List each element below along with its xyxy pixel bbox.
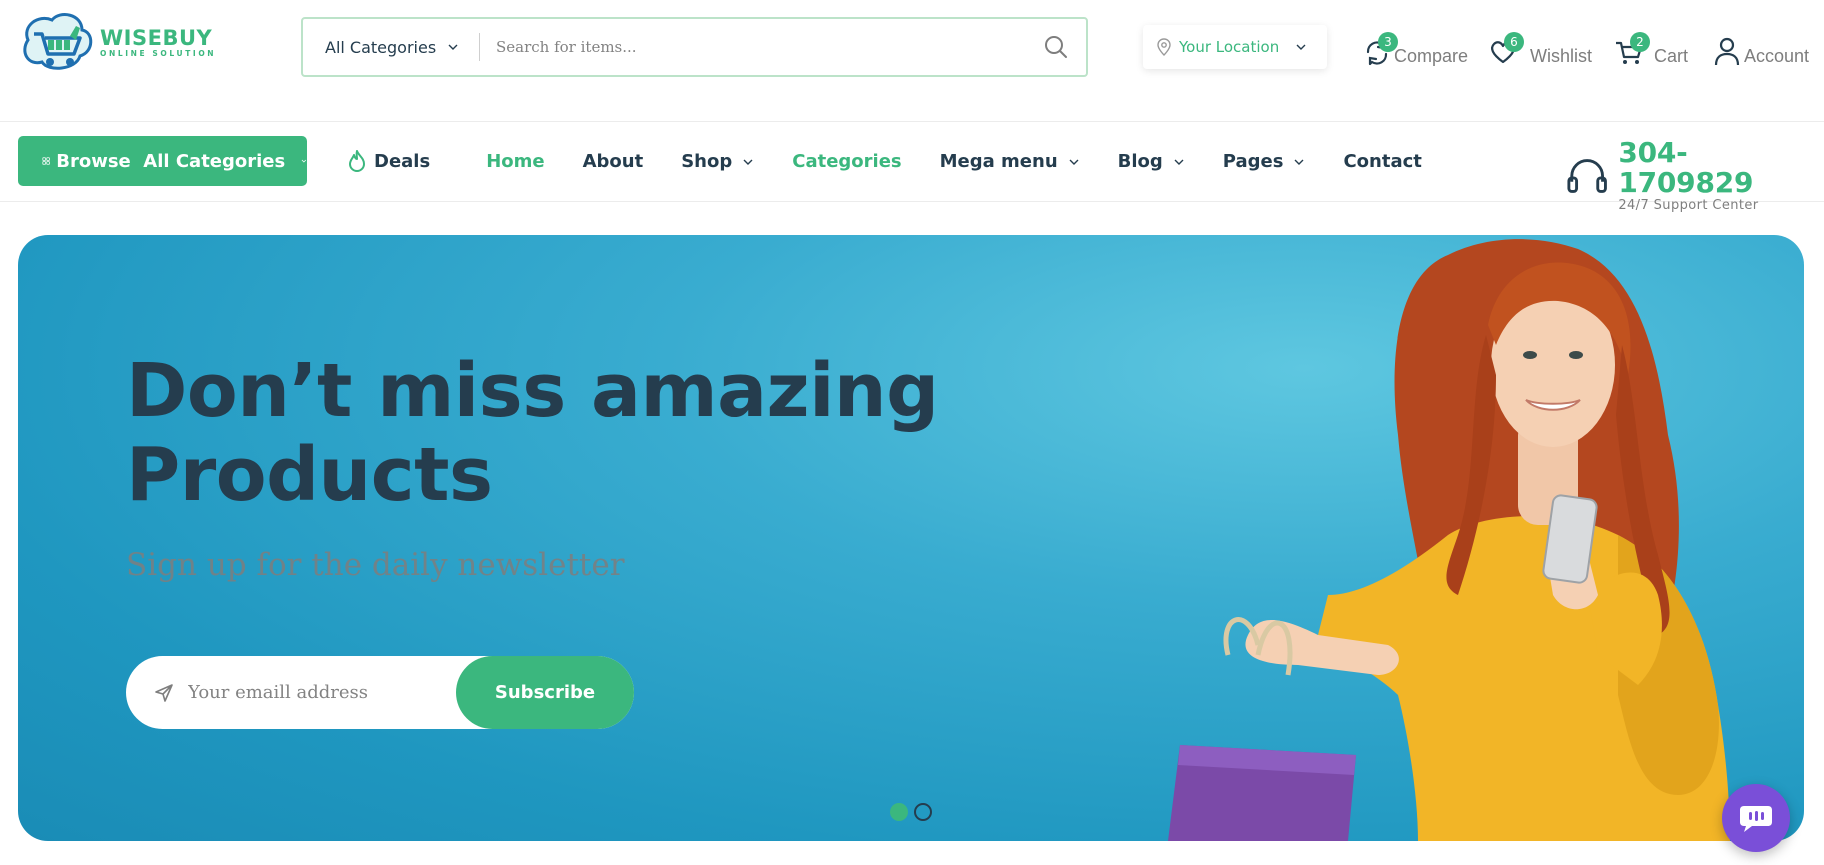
chevron-down-icon xyxy=(743,159,753,165)
category-select[interactable]: All Categories xyxy=(303,19,479,75)
cart-icon: 2 xyxy=(1614,32,1650,68)
cart-count-badge: 2 xyxy=(1630,32,1650,52)
heart-icon: 6 xyxy=(1488,32,1524,68)
nav-categories-label: Categories xyxy=(792,150,902,172)
subscribe-button[interactable]: Subscribe xyxy=(456,656,634,729)
cart-label: Cart xyxy=(1654,46,1689,66)
compare-icon: 3 xyxy=(1362,32,1398,68)
nav-item-blog[interactable]: Blog xyxy=(1118,151,1185,172)
chevron-down-icon xyxy=(1069,159,1079,165)
headset-icon xyxy=(1567,159,1607,193)
wishlist-label: Wishlist xyxy=(1530,46,1592,66)
location-label: Your Location xyxy=(1179,38,1280,56)
nav-item-contact[interactable]: Contact xyxy=(1343,151,1421,172)
nav-blog-label: Blog xyxy=(1117,150,1163,172)
slider-dot-2[interactable] xyxy=(914,803,932,821)
grid-icon xyxy=(42,157,50,165)
location-select[interactable]: Your Location xyxy=(1143,25,1327,69)
cart-logo-icon xyxy=(18,10,96,76)
main-nav: Browse All Categories Deals Home About S… xyxy=(0,122,1824,213)
site-logo[interactable]: WISEBUY ONLINE SOLUTION xyxy=(18,8,223,78)
chevron-down-icon xyxy=(448,44,458,50)
brand-name: WISEBUY xyxy=(100,26,213,50)
user-icon xyxy=(1712,36,1742,68)
brand-tagline: ONLINE SOLUTION xyxy=(100,49,217,58)
support-phone[interactable]: 304- 1709829 xyxy=(1618,138,1824,198)
account-link[interactable]: Account xyxy=(1712,28,1809,68)
compare-count-badge: 3 xyxy=(1378,32,1398,52)
support-contact[interactable]: 304- 1709829 24/7 Support Center xyxy=(1566,138,1824,214)
hero-subtitle: Sign up for the daily newsletter xyxy=(126,547,625,583)
top-header: WISEBUY ONLINE SOLUTION All Categories Y… xyxy=(0,0,1824,122)
nav-links: Deals Home About Shop Categories Mega me… xyxy=(346,136,1422,186)
nav-mega-menu-label: Mega menu xyxy=(939,150,1058,172)
newsletter-form: Subscribe xyxy=(126,656,634,729)
nav-item-pages[interactable]: Pages xyxy=(1223,151,1306,172)
category-select-label: All Categories xyxy=(325,37,437,57)
nav-contact-label: Contact xyxy=(1343,150,1422,172)
hero-title: Don’t miss amazing Products xyxy=(126,349,939,517)
nav-item-deals[interactable]: Deals xyxy=(346,149,430,173)
cart-link[interactable]: 2 Cart xyxy=(1614,28,1688,68)
wishlist-count-badge: 6 xyxy=(1504,32,1524,52)
chevron-down-icon xyxy=(301,159,307,163)
nav-item-about[interactable]: About xyxy=(583,151,644,172)
hero-title-line2: Products xyxy=(126,432,493,518)
compare-label: Compare xyxy=(1394,46,1469,66)
support-label: 24/7 Support Center xyxy=(1618,198,1759,213)
hero-banner: Don’t miss amazing Products Sign up for … xyxy=(18,235,1804,841)
search-input[interactable] xyxy=(480,19,1026,75)
chevron-down-icon xyxy=(1174,159,1184,165)
browse-categories-button[interactable]: Browse All Categories xyxy=(18,136,307,186)
nav-item-categories[interactable]: Categories xyxy=(792,151,901,172)
nav-item-home[interactable]: Home xyxy=(486,151,544,172)
chevron-down-icon xyxy=(1296,44,1306,50)
chevron-down-icon xyxy=(1294,159,1304,165)
nav-about-label: About xyxy=(582,150,644,172)
location-pin-icon xyxy=(1157,38,1171,56)
flame-icon xyxy=(349,150,365,172)
slider-dots xyxy=(890,803,932,821)
nav-home-label: Home xyxy=(486,150,545,172)
nav-deals-label: Deals xyxy=(374,150,431,172)
nav-shop-label: Shop xyxy=(681,150,733,172)
chat-icon xyxy=(1740,806,1772,832)
search-icon[interactable] xyxy=(1026,19,1086,75)
account-label: Account xyxy=(1744,46,1810,66)
wishlist-link[interactable]: 6 Wishlist xyxy=(1488,28,1592,68)
slider-dot-1[interactable] xyxy=(890,803,908,821)
send-icon xyxy=(155,683,173,702)
email-input[interactable] xyxy=(188,682,456,703)
compare-link[interactable]: 3 Compare xyxy=(1362,28,1468,68)
browse-categories-label: Browse All Categories xyxy=(56,150,286,172)
chat-button[interactable] xyxy=(1722,784,1790,852)
nav-pages-label: Pages xyxy=(1222,150,1284,172)
hero-title-line1: Don’t miss amazing xyxy=(126,348,939,434)
nav-item-shop[interactable]: Shop xyxy=(681,151,754,172)
nav-item-mega-menu[interactable]: Mega menu xyxy=(940,151,1080,172)
hero-model-image xyxy=(1168,239,1730,841)
search-bar: All Categories xyxy=(301,17,1088,77)
